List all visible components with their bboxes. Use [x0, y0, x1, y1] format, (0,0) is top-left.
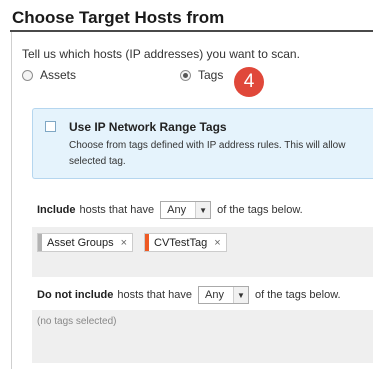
choose-target-hosts-panel: Choose Target Hosts from Tell us which h… — [0, 0, 373, 369]
chevron-down-icon: ▼ — [195, 202, 211, 218]
no-tags-note: (no tags selected) — [37, 316, 117, 327]
exclude-label-bold: Do not include — [37, 289, 114, 301]
exclude-label-rest: hosts that have — [117, 289, 192, 301]
exclude-rule-row: Do not include hosts that have Any ▼ of … — [37, 286, 341, 304]
close-icon[interactable]: × — [121, 237, 127, 249]
include-tags-panel: Asset Groups × CVTestTag × — [32, 227, 373, 277]
step-number-badge: 4 — [234, 67, 264, 97]
page-title: Choose Target Hosts from — [12, 8, 225, 27]
tag-chip-asset-groups: Asset Groups × — [37, 233, 134, 252]
include-label-bold: Include — [37, 204, 76, 216]
tag-chip-label: Asset Groups — [47, 236, 114, 249]
section-left-border — [11, 32, 12, 369]
radio-assets-label: Assets — [40, 68, 77, 82]
exclude-suffix: of the tags below. — [255, 289, 341, 301]
radio-assets-button[interactable] — [22, 69, 33, 81]
include-match-value: Any — [167, 204, 187, 216]
tag-color-bar — [145, 234, 149, 251]
include-suffix: of the tags below. — [217, 204, 303, 216]
title-divider — [10, 30, 373, 32]
tag-color-bar — [38, 234, 42, 251]
include-rule-row: Include hosts that have Any ▼ of the tag… — [37, 201, 303, 219]
include-label-rest: hosts that have — [79, 204, 155, 216]
exclude-match-value: Any — [205, 289, 224, 301]
tag-chip-cvtesttag: CVTestTag × — [144, 233, 227, 252]
close-icon[interactable]: × — [214, 237, 220, 249]
chevron-down-icon: ▼ — [233, 287, 248, 303]
ip-range-tags-title: Use IP Network Range Tags — [69, 120, 227, 134]
ip-range-tags-box: Use IP Network Range Tags Choose from ta… — [32, 108, 373, 179]
ip-range-tags-checkbox[interactable] — [45, 121, 56, 132]
include-match-select[interactable]: Any ▼ — [160, 201, 212, 219]
ip-range-tags-description: Choose from tags defined with IP address… — [69, 140, 346, 167]
tag-chip-label: CVTestTag — [154, 236, 208, 249]
exclude-match-select[interactable]: Any ▼ — [198, 286, 249, 304]
radio-tags-button[interactable] — [180, 69, 191, 81]
radio-assets[interactable]: Assets — [22, 68, 76, 82]
radio-tags[interactable]: Tags — [180, 68, 223, 82]
radio-tags-label: Tags — [198, 68, 224, 82]
exclude-tags-panel: (no tags selected) — [32, 310, 373, 363]
scan-prompt: Tell us which hosts (IP addresses) you w… — [22, 47, 300, 61]
